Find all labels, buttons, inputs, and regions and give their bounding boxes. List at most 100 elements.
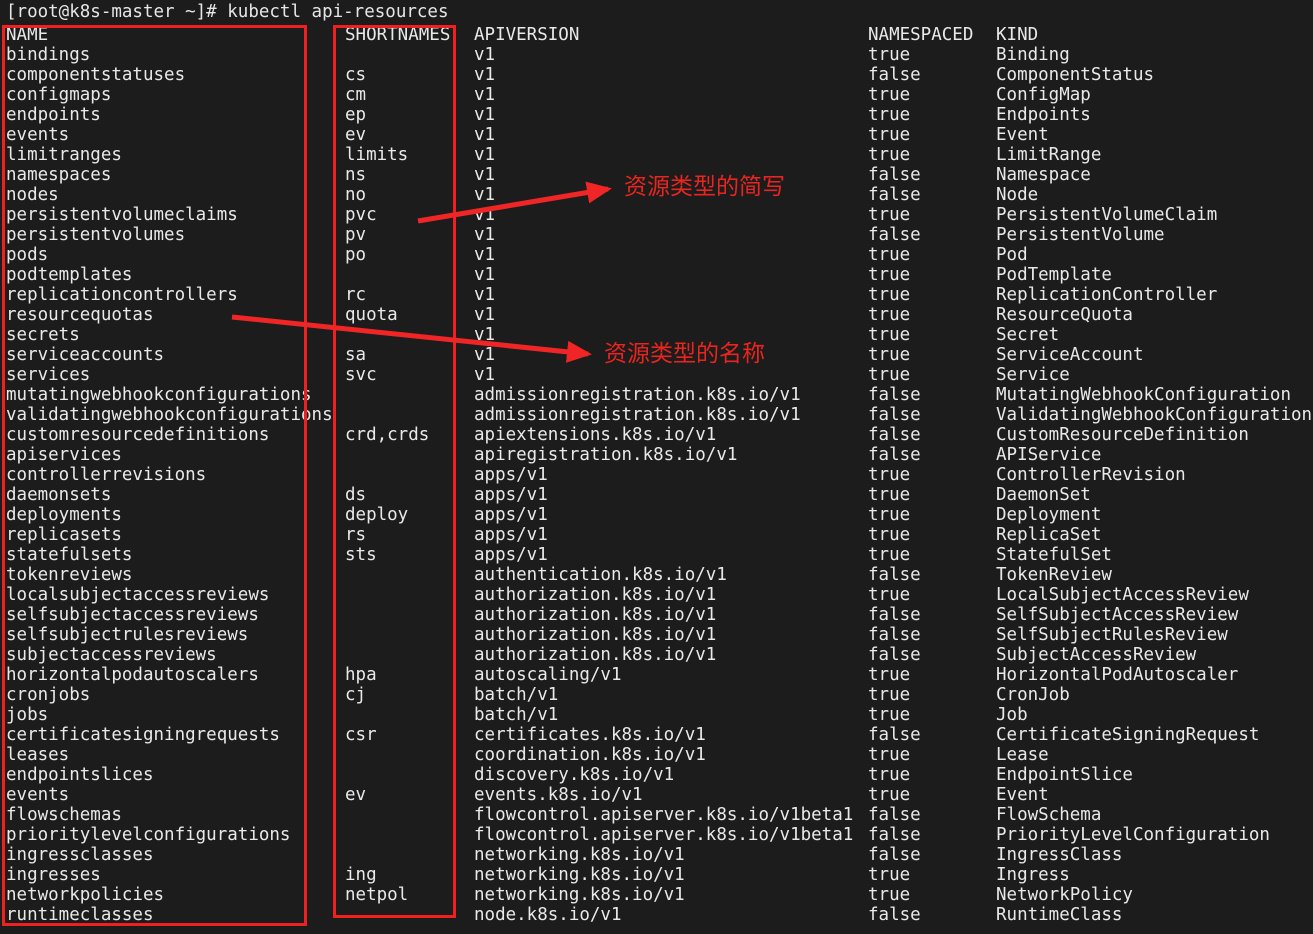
name-cell: customresourcedefinitions	[6, 425, 270, 445]
apiversion-cell: coordination.k8s.io/v1	[474, 745, 706, 765]
shortnames-cell: rs	[345, 525, 367, 545]
kind-cell: Deployment	[996, 505, 1102, 525]
kind-cell: LocalSubjectAccessReview	[996, 585, 1249, 605]
name-cell: events	[6, 785, 70, 805]
namespaced-cell: true	[868, 785, 911, 805]
table-row: daemonsets ds apps/v1 true DaemonSet	[0, 485, 1313, 505]
apiversion-cell: authorization.k8s.io/v1	[474, 585, 717, 605]
shortnames-cell: po	[345, 245, 367, 265]
shortnames-cell: deploy	[345, 505, 409, 525]
name-cell: jobs	[6, 705, 49, 725]
namespaced-cell: true	[868, 265, 911, 285]
shortnames-cell: pvc	[345, 205, 377, 225]
table-row: persistentvolumeclaims pvc v1 true Persisten…	[0, 205, 1313, 225]
apiversion-cell: admissionregistration.k8s.io/v1	[474, 405, 801, 425]
shortnames-cell: ns	[345, 165, 367, 185]
apiversion-cell: networking.k8s.io/v1	[474, 865, 685, 885]
name-cell: tokenreviews	[6, 565, 133, 585]
kind-cell: ComponentStatus	[996, 65, 1155, 85]
apiversion-cell: apiextensions.k8s.io/v1	[474, 425, 717, 445]
name-cell: flowschemas	[6, 805, 122, 825]
apiversion-cell: flowcontrol.apiserver.k8s.io/v1beta1	[474, 805, 854, 825]
table-row: bindings v1 true Binding	[0, 45, 1313, 65]
kind-cell: FlowSchema	[996, 805, 1102, 825]
shortnames-cell: csr	[345, 725, 377, 745]
table-row: validatingwebhookconfigurations admission…	[0, 405, 1313, 425]
name-cell: pods	[6, 245, 49, 265]
table-row: customresourcedefinitions crd,crds apiexte…	[0, 425, 1313, 445]
shell-prompt-line: [root@k8s-master ~]# kubectl api-resourc…	[6, 2, 449, 22]
namespaced-cell: false	[868, 385, 921, 405]
namespaced-cell: false	[868, 185, 921, 205]
name-cell: limitranges	[6, 145, 122, 165]
namespaced-cell: true	[868, 745, 911, 765]
kind-cell: ReplicaSet	[996, 525, 1102, 545]
kind-cell: LimitRange	[996, 145, 1102, 165]
apiversion-cell: v1	[474, 305, 496, 325]
name-cell: selfsubjectrulesreviews	[6, 625, 249, 645]
namespaced-cell: true	[868, 545, 911, 565]
namespaced-cell: true	[868, 145, 911, 165]
namespaced-cell: true	[868, 465, 911, 485]
table-row: jobs batch/v1 true Job	[0, 705, 1313, 725]
apiversion-cell: v1	[474, 225, 496, 245]
namespaced-cell: true	[868, 345, 911, 365]
namespaced-cell: true	[868, 125, 911, 145]
kind-cell: SubjectAccessReview	[996, 645, 1197, 665]
apiversion-cell: authorization.k8s.io/v1	[474, 645, 717, 665]
shortnames-cell: pv	[345, 225, 367, 245]
namespaced-cell: true	[868, 525, 911, 545]
apiversion-cell: batch/v1	[474, 685, 559, 705]
name-cell: resourcequotas	[6, 305, 154, 325]
apiversion-cell: v1	[474, 205, 496, 225]
name-cell: replicasets	[6, 525, 122, 545]
terminal-window[interactable]: [root@k8s-master ~]# kubectl api-resourc…	[0, 0, 1313, 934]
name-cell: certificatesigningrequests	[6, 725, 280, 745]
apiversion-cell: discovery.k8s.io/v1	[474, 765, 675, 785]
apiversion-cell: apps/v1	[474, 505, 548, 525]
namespaced-cell: true	[868, 685, 911, 705]
namespaced-cell: false	[868, 645, 921, 665]
kind-cell: Namespace	[996, 165, 1091, 185]
shortnames-cell: netpol	[345, 885, 409, 905]
table-row: events ev v1 true Event	[0, 125, 1313, 145]
namespaced-cell: true	[868, 325, 911, 345]
namespaced-cell: false	[868, 225, 921, 245]
table-row: flowschemas flowcontrol.apiserver.k8s.io/…	[0, 805, 1313, 825]
table-row: subjectaccessreviews authorization.k8s.io…	[0, 645, 1313, 665]
name-cell: controllerrevisions	[6, 465, 207, 485]
kind-cell: PriorityLevelConfiguration	[996, 825, 1270, 845]
name-cell: subjectaccessreviews	[6, 645, 217, 665]
kind-cell: Binding	[996, 45, 1070, 65]
apiversion-cell: v1	[474, 285, 496, 305]
shortnames-cell: rc	[345, 285, 367, 305]
namespaced-cell: false	[868, 65, 921, 85]
name-cell: localsubjectaccessreviews	[6, 585, 270, 605]
namespaced-cell: true	[868, 365, 911, 385]
table-row: statefulsets sts apps/v1 true StatefulSet	[0, 545, 1313, 565]
apiversion-cell: events.k8s.io/v1	[474, 785, 643, 805]
shortnames-cell: sts	[345, 545, 377, 565]
kind-cell: NetworkPolicy	[996, 885, 1133, 905]
kind-cell: EndpointSlice	[996, 765, 1133, 785]
namespaced-cell: false	[868, 725, 921, 745]
name-cell: endpointslices	[6, 765, 154, 785]
table-row: componentstatuses cs v1 false ComponentStatu…	[0, 65, 1313, 85]
table-row: deployments deploy apps/v1 true Deployment	[0, 505, 1313, 525]
name-cell: statefulsets	[6, 545, 133, 565]
table-row: localsubjectaccessreviews authorization.k…	[0, 585, 1313, 605]
namespaced-cell: true	[868, 105, 911, 125]
namespaced-cell: false	[868, 625, 921, 645]
name-cell: mutatingwebhookconfigurations	[6, 385, 312, 405]
shortnames-cell: cs	[345, 65, 367, 85]
name-cell: cronjobs	[6, 685, 91, 705]
namespaced-cell: false	[868, 165, 921, 185]
namespaced-cell: false	[868, 825, 921, 845]
shortnames-cell: sa	[345, 345, 367, 365]
shortnames-cell: svc	[345, 365, 377, 385]
name-cell: prioritylevelconfigurations	[6, 825, 291, 845]
shortnames-cell: crd,crds	[345, 425, 430, 445]
name-cell: networkpolicies	[6, 885, 165, 905]
name-cell: configmaps	[6, 85, 112, 105]
namespaced-cell: true	[868, 45, 911, 65]
